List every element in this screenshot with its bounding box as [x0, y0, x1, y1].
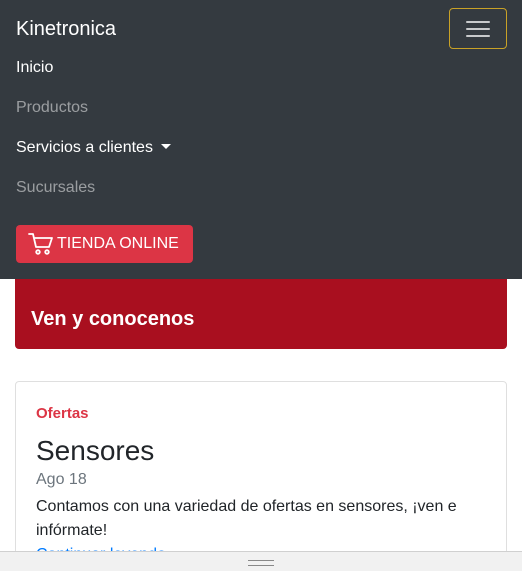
navbar: Kinetronica Inicio Productos Servicios a…: [0, 0, 522, 279]
card-category: Ofertas: [36, 405, 89, 422]
hero-banner: Ven y conocenos: [15, 279, 507, 349]
nav-item-sucursales[interactable]: Sucursales: [16, 178, 95, 198]
card-title: Sensores: [36, 435, 155, 466]
nav-item-servicios-label: Servicios a clientes: [16, 139, 153, 156]
bottom-resize-bar: [0, 551, 522, 571]
offer-card: Ofertas Sensores Ago 18 Contamos con una…: [15, 381, 507, 571]
banner-title: Ven y conocenos: [31, 308, 195, 330]
tienda-online-label: TIENDA ONLINE: [57, 235, 179, 252]
shopping-cart-icon: [28, 233, 53, 255]
drag-handle-icon[interactable]: [248, 560, 274, 566]
nav-item-servicios-dropdown[interactable]: Servicios a clientes: [16, 138, 171, 158]
caret-down-icon: [160, 144, 171, 149]
navbar-toggler-button[interactable]: [449, 8, 507, 49]
tienda-online-button[interactable]: TIENDA ONLINE: [16, 225, 193, 263]
nav-item-productos[interactable]: Productos: [16, 98, 88, 118]
page: Kinetronica Inicio Productos Servicios a…: [0, 0, 522, 571]
hamburger-menu-icon: [466, 21, 490, 23]
hamburger-menu-icon-bar: [466, 35, 490, 37]
card-text: Contamos con una variedad de ofertas en …: [36, 498, 457, 539]
hamburger-menu-icon-bar: [466, 28, 490, 30]
brand-logo[interactable]: Kinetronica: [16, 17, 116, 41]
card-date: Ago 18: [36, 471, 87, 488]
nav-item-inicio[interactable]: Inicio: [16, 58, 53, 78]
